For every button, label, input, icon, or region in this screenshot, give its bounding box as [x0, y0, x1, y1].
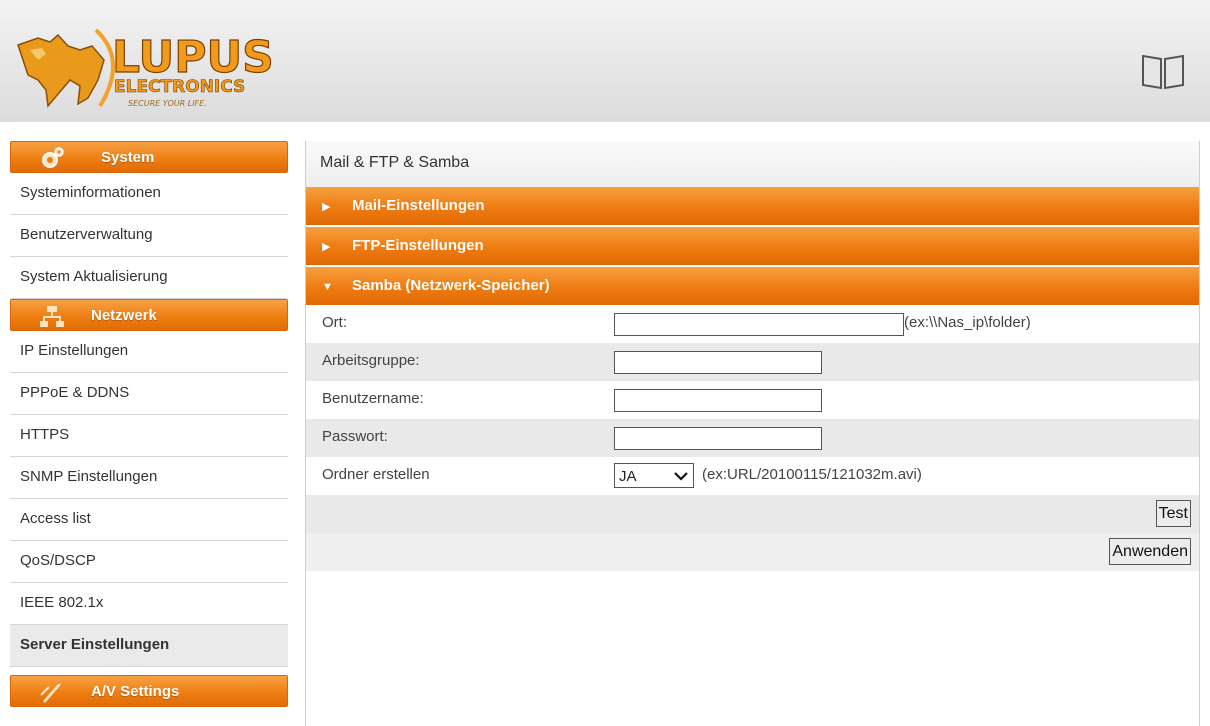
sidebar-item-qos-dscp[interactable]: QoS/DSCP [10, 541, 288, 583]
section-samba-label: Samba (Netzwerk-Speicher) [352, 277, 550, 294]
category-system[interactable]: System [10, 141, 288, 173]
sidebar: System Systeminformationen Benutzerverwa… [0, 141, 288, 726]
layout-view-icon[interactable] [1140, 50, 1186, 92]
arbeitsgruppe-input[interactable] [614, 351, 822, 374]
ort-hint: (ex:\\Nas_ip\folder) [904, 314, 1031, 331]
svg-text:LUPUS: LUPUS [112, 32, 274, 83]
passwort-input[interactable] [614, 427, 822, 450]
passwort-label: Passwort: [322, 428, 388, 445]
sidebar-item-benutzerverwaltung[interactable]: Benutzerverwaltung [10, 215, 288, 257]
svg-text:ELECTRONICS: ELECTRONICS [114, 77, 245, 97]
benutzername-input[interactable] [614, 389, 822, 412]
category-system-label: System [101, 149, 155, 166]
network-icon [40, 306, 64, 327]
category-netzwerk-label: Netzwerk [91, 307, 157, 324]
section-ftp-label: FTP-Einstellungen [352, 237, 484, 254]
ordner-select[interactable]: JA [614, 463, 694, 488]
section-mail-einstellungen[interactable]: ▶ Mail-Einstellungen [306, 187, 1199, 225]
av-settings-icon [40, 683, 61, 703]
category-av-settings[interactable]: A/V Settings [10, 675, 288, 707]
test-button[interactable]: Test [1155, 500, 1191, 527]
caret-right-icon: ▶ [322, 241, 331, 253]
category-netzwerk[interactable]: Netzwerk [10, 299, 288, 331]
page-title: Mail & FTP & Samba [306, 141, 1199, 187]
main-content: Mail & FTP & Samba ▶ Mail-Einstellungen ▶… [306, 141, 1199, 571]
svg-text:SECURE YOUR LIFE.: SECURE YOUR LIFE. [128, 99, 207, 108]
sidebar-item-pppoe-ddns[interactable]: PPPoE & DDNS [10, 373, 288, 415]
sidebar-item-ieee-8021x[interactable]: IEEE 802.1x [10, 583, 288, 625]
lupus-logo: LUPUS ELECTRONICS SECURE YOUR LIFE. [17, 28, 274, 108]
ordner-select-value: JA [619, 468, 637, 485]
gear-icon [42, 147, 64, 168]
form-row-ort: Ort: (ex:\\Nas_ip\folder) [306, 305, 1199, 343]
arbeitsgruppe-label: Arbeitsgruppe: [322, 352, 420, 369]
form-row-passwort: Passwort: [306, 419, 1199, 457]
ordner-hint: (ex:URL/20100115/121032m.avi) [702, 466, 922, 483]
section-mail-label: Mail-Einstellungen [352, 197, 485, 214]
category-av-settings-label: A/V Settings [91, 683, 180, 700]
caret-right-icon: ▶ [322, 201, 331, 213]
form-row-arbeitsgruppe: Arbeitsgruppe: [306, 343, 1199, 381]
sidebar-item-server-einstellungen[interactable]: Server Einstellungen [10, 625, 288, 667]
sidebar-item-ip-einstellungen[interactable]: IP Einstellungen [10, 331, 288, 373]
sidebar-item-snmp-einstellungen[interactable]: SNMP Einstellungen [10, 457, 288, 499]
app-header: LUPUS ELECTRONICS SECURE YOUR LIFE. [0, 0, 1210, 122]
apply-button[interactable]: Anwenden [1109, 538, 1191, 565]
form-row-test: Test [306, 495, 1199, 533]
sidebar-item-https[interactable]: HTTPS [10, 415, 288, 457]
sidebar-item-systeminformationen[interactable]: Systeminformationen [10, 173, 288, 215]
caret-down-icon: ▼ [322, 281, 333, 293]
ordner-label: Ordner erstellen [322, 466, 430, 483]
form-row-benutzername: Benutzername: [306, 381, 1199, 419]
sidebar-item-access-list[interactable]: Access list [10, 499, 288, 541]
form-row-ordner: Ordner erstellen JA (ex:URL/20100115/121… [306, 457, 1199, 495]
form-row-apply: Anwenden [306, 533, 1199, 571]
section-samba[interactable]: ▼ Samba (Netzwerk-Speicher) [306, 267, 1199, 305]
right-divider [1199, 141, 1200, 726]
chevron-down-icon [674, 472, 688, 481]
ort-label: Ort: [322, 314, 347, 331]
sidebar-item-system-aktualisierung[interactable]: System Aktualisierung [10, 257, 288, 299]
ort-input[interactable] [614, 313, 904, 336]
benutzername-label: Benutzername: [322, 390, 424, 407]
section-ftp-einstellungen[interactable]: ▶ FTP-Einstellungen [306, 227, 1199, 265]
